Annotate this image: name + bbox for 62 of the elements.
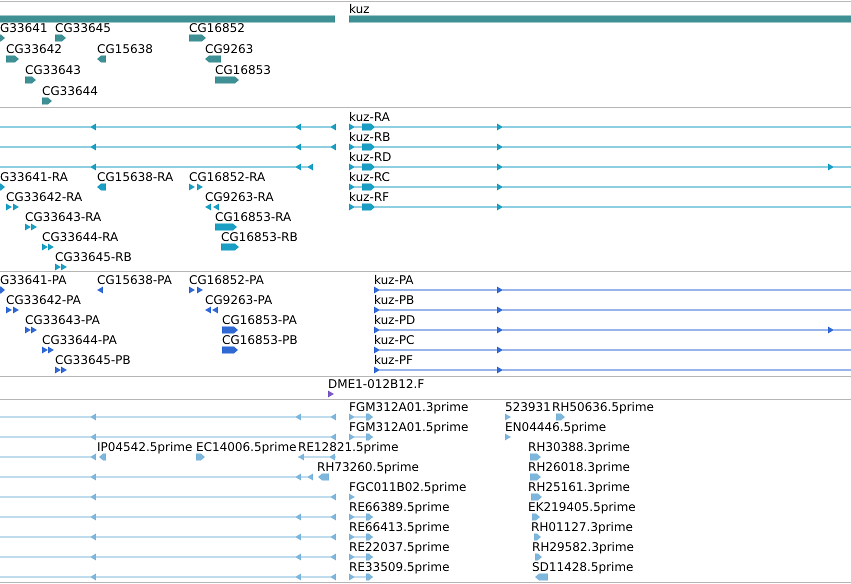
feature-label: RE66413.5prime bbox=[349, 520, 450, 534]
feature-label: FGM312A01.3prime bbox=[349, 400, 468, 414]
feature-label: CG33642 bbox=[6, 42, 62, 56]
feature-label: 523931 bbox=[505, 400, 551, 414]
feature-label: IP04542.5prime bbox=[97, 440, 192, 454]
feature-label: kuz-PC bbox=[374, 333, 414, 347]
feature-label: DME1-012B12.F bbox=[328, 377, 424, 391]
feature-label: kuz-PF bbox=[374, 353, 413, 367]
feature-label: kuz-PA bbox=[374, 273, 414, 287]
feature-label: RH01127.3prime bbox=[531, 520, 633, 534]
feature-label: kuz-RC bbox=[349, 170, 390, 184]
feature-label: CG15638-PA bbox=[97, 273, 172, 287]
feature-label: CG16853-PA bbox=[222, 313, 297, 327]
feature-label: CG33643 bbox=[25, 63, 81, 77]
feature-label: G33641 bbox=[0, 21, 48, 35]
feature-label: CG9263-RA bbox=[205, 190, 274, 204]
feature-label: RH29582.3prime bbox=[532, 540, 634, 554]
feature-label: CG16853-RB bbox=[221, 230, 298, 244]
feature-label: RH30388.3prime bbox=[528, 440, 630, 454]
feature-label: kuz-RA bbox=[349, 110, 390, 124]
feature-label: kuz bbox=[349, 2, 370, 16]
feature-label: CG33642-PA bbox=[6, 293, 81, 307]
feature-label: EK219405.5prime bbox=[528, 500, 636, 514]
feature-label: CG16852-PA bbox=[189, 273, 264, 287]
feature-label: kuz-RB bbox=[349, 130, 390, 144]
feature-label: RE12821.5prime bbox=[298, 440, 398, 454]
feature-label: CG33644-PA bbox=[42, 333, 117, 347]
feature-label: CG15638 bbox=[97, 42, 153, 56]
feature-label: CG33645 bbox=[55, 21, 111, 35]
feature-label: RE33509.5prime bbox=[349, 560, 450, 574]
feature-label: CG16852-RA bbox=[189, 170, 266, 184]
feature-label: CG16852 bbox=[189, 21, 245, 35]
feature-label: G33641-PA bbox=[0, 273, 66, 287]
feature-label: CG16853 bbox=[215, 63, 271, 77]
feature-label: CG33645-RB bbox=[55, 250, 132, 264]
feature-label: EN04446.5prime bbox=[505, 420, 606, 434]
feature-label: RE66389.5prime bbox=[349, 500, 450, 514]
feature-label: SD11428.5prime bbox=[532, 560, 634, 574]
feature-label: RH50636.5prime bbox=[552, 400, 654, 414]
feature-label: CG9263-PA bbox=[205, 293, 272, 307]
feature-label: CG33645-PB bbox=[55, 353, 131, 367]
feature-label: CG9263 bbox=[205, 42, 254, 56]
feature-label: CG33643-PA bbox=[25, 313, 100, 327]
feature-label: CG33644-RA bbox=[42, 230, 118, 244]
feature-label: CG15638-RA bbox=[97, 170, 174, 184]
feature-label: kuz-RD bbox=[349, 150, 392, 164]
feature-label: RH25161.3prime bbox=[528, 480, 630, 494]
feature-label: CG33644 bbox=[42, 84, 98, 98]
feature-label: RH73260.5prime bbox=[317, 460, 419, 474]
feature-label: CG16853-RA bbox=[215, 210, 292, 224]
feature-label: RH26018.3prime bbox=[528, 460, 630, 474]
feature-label: EC14006.5prime bbox=[196, 440, 297, 454]
feature-label: G33641-RA bbox=[0, 170, 68, 184]
feature-label: FGC011B02.5prime bbox=[349, 480, 466, 494]
feature-label: CG16853-PB bbox=[222, 333, 298, 347]
feature-label: RE22037.5prime bbox=[349, 540, 450, 554]
feature-label: FGM312A01.5prime bbox=[349, 420, 468, 434]
feature-label: CG33642-RA bbox=[6, 190, 82, 204]
feature-label: kuz-RF bbox=[349, 190, 390, 204]
feature-label: kuz-PB bbox=[374, 293, 414, 307]
feature-label: CG33643-RA bbox=[25, 210, 102, 224]
feature-label: kuz-PD bbox=[374, 313, 416, 327]
